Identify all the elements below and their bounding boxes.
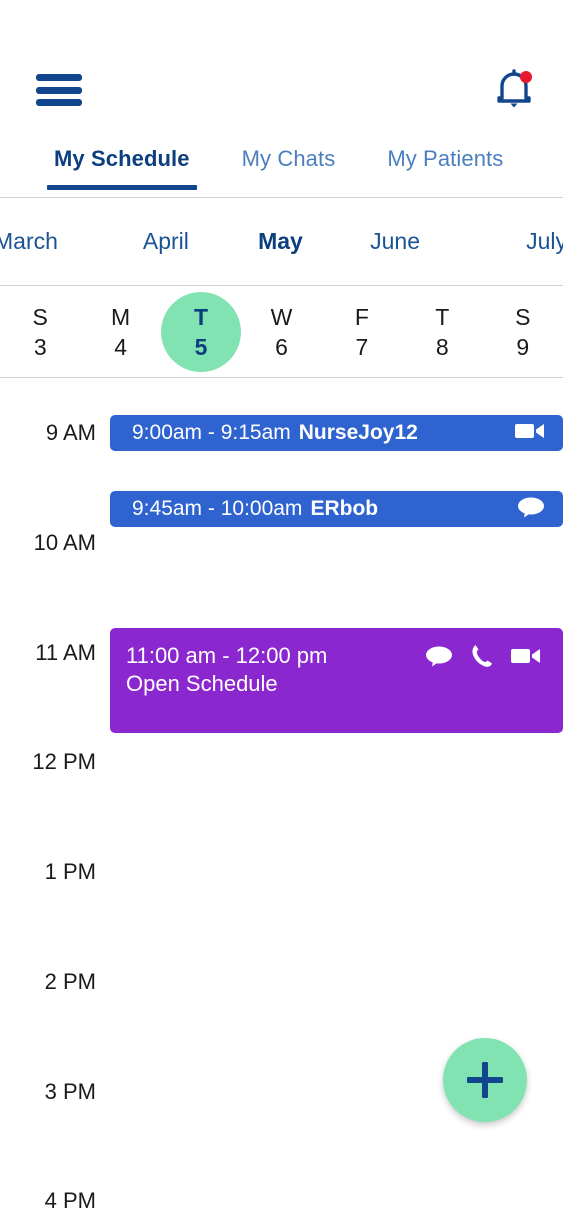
day-cell-6[interactable]: W 6: [241, 286, 321, 377]
day-dow: T: [435, 303, 450, 330]
notification-badge-dot: [520, 71, 532, 83]
chat-bubble-icon[interactable]: [425, 645, 453, 672]
app-header: [0, 0, 563, 140]
day-cell-8[interactable]: T 8: [402, 286, 482, 377]
day-cell-3[interactable]: S 3: [0, 286, 80, 377]
hamburger-menu-icon[interactable]: [36, 70, 84, 110]
video-camera-glyph: [515, 423, 544, 438]
plus-icon: [482, 1062, 488, 1098]
day-cell-7[interactable]: F 7: [322, 286, 402, 377]
tab-bar: My Schedule My Chats My Patients: [0, 140, 563, 198]
hamburger-bar: [36, 99, 82, 106]
time-label: 4 PM: [44, 1188, 96, 1213]
event-participant-name: NurseJoy12: [298, 421, 418, 444]
day-dow: T: [194, 303, 209, 330]
day-selector: S 3 M 4 T 5 W 6 F 7 T 8 S 9: [0, 286, 563, 377]
day-number: 7: [355, 333, 369, 360]
video-camera-glyph: [511, 649, 540, 663]
hamburger-bar: [36, 74, 82, 81]
tab-my-schedule[interactable]: My Schedule: [28, 140, 216, 190]
chat-bubble-glyph: [518, 497, 544, 517]
chat-bubble-glyph: [426, 646, 452, 667]
schedule-screen: My Schedule My Chats My Patients March A…: [0, 0, 563, 1218]
time-label: 2 PM: [44, 969, 96, 994]
month-april[interactable]: April: [109, 228, 224, 255]
tab-my-chats[interactable]: My Chats: [216, 140, 362, 172]
event-block-nursejoy12[interactable]: 9:00am - 9:15am NurseJoy12: [110, 415, 563, 451]
video-camera-icon[interactable]: [515, 421, 545, 446]
chat-bubble-icon[interactable]: [517, 496, 545, 523]
hamburger-bar: [36, 86, 82, 94]
time-label: 12 PM: [32, 749, 96, 774]
day-number: 5: [194, 333, 208, 360]
event-time: 9:00am - 9:15am: [132, 421, 291, 444]
event-time: 9:45am - 10:00am: [132, 497, 303, 520]
phone-glyph: [472, 645, 492, 667]
bell-glyph: [497, 69, 532, 108]
day-dow: M: [111, 303, 131, 330]
phone-icon[interactable]: [471, 644, 493, 673]
time-label: 1 PM: [44, 859, 96, 884]
month-may[interactable]: May: [223, 228, 338, 255]
video-camera-icon[interactable]: [511, 646, 541, 671]
event-block-erbob[interactable]: 9:45am - 10:00am ERbob: [110, 491, 563, 527]
bell-icon[interactable]: [492, 66, 536, 114]
day-dow: F: [354, 303, 369, 330]
month-selector: March April May June July: [0, 198, 563, 285]
event-participant-name: ERbob: [310, 497, 379, 520]
add-event-fab[interactable]: [443, 1038, 527, 1122]
time-label: 11 AM: [35, 640, 96, 665]
day-number: 4: [114, 333, 128, 360]
day-dow: S: [515, 303, 531, 330]
time-label: 9 AM: [45, 420, 96, 445]
month-july[interactable]: July: [452, 228, 563, 255]
day-number: 9: [516, 333, 530, 360]
time-label: 10 AM: [33, 530, 96, 555]
day-number: 8: [435, 333, 449, 360]
day-cell-9[interactable]: S 9: [483, 286, 563, 377]
day-dow: S: [32, 303, 48, 330]
month-june[interactable]: June: [338, 228, 453, 255]
month-march[interactable]: March: [0, 228, 109, 255]
day-cell-4[interactable]: M 4: [80, 286, 160, 377]
tab-my-patients[interactable]: My Patients: [361, 140, 529, 172]
day-dow: W: [270, 303, 293, 330]
event-actions: [517, 496, 545, 523]
event-actions: [425, 644, 541, 673]
event-actions: [515, 421, 545, 446]
event-title: Open Schedule: [126, 671, 278, 696]
event-block-open-schedule[interactable]: 11:00 am - 12:00 pm Open Schedule: [110, 628, 563, 733]
day-cell-5-selected[interactable]: T 5: [161, 286, 242, 377]
day-number: 6: [275, 333, 288, 360]
day-number: 3: [33, 333, 47, 360]
time-label: 3 PM: [44, 1079, 96, 1104]
